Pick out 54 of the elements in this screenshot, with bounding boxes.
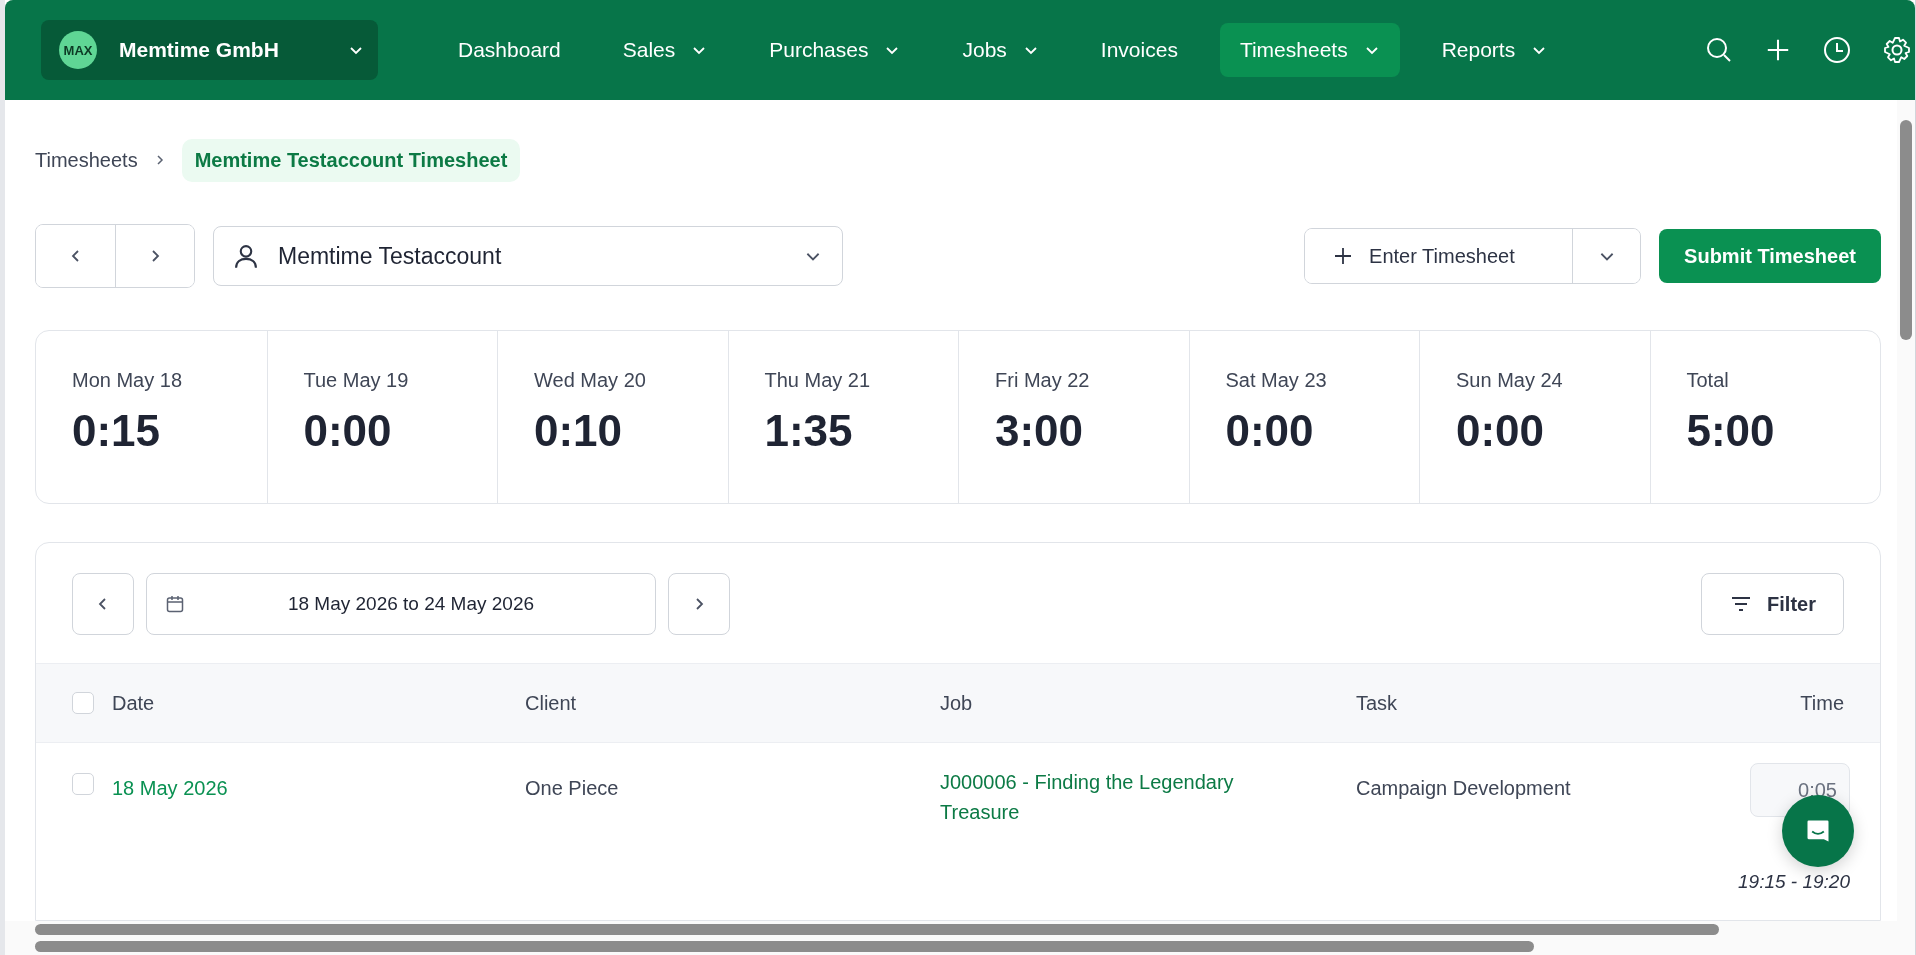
vertical-scrollbar[interactable] [1897, 100, 1915, 921]
filter-button[interactable]: Filter [1701, 573, 1844, 635]
table-cell-text: One Piece [525, 776, 619, 801]
horizontal-scrollbar[interactable] [5, 938, 1915, 955]
chat-button[interactable] [1782, 795, 1854, 867]
row-checkbox[interactable] [72, 773, 94, 795]
day-total: 0:15 [72, 406, 162, 456]
company-switcher[interactable]: MAX Memtime GmbH [41, 20, 378, 80]
day-label: Mon May 18 [72, 369, 184, 392]
day-label: Sat May 23 [1225, 369, 1328, 392]
column-header: Client [525, 691, 577, 715]
settings-icon[interactable] [1883, 36, 1911, 64]
nav-tab[interactable]: Reports [1421, 23, 1568, 77]
submit-timesheet-button[interactable]: Submit Timesheet [1659, 229, 1881, 283]
breadcrumb-link[interactable]: Timesheets [35, 148, 138, 172]
column-header: Job [940, 691, 973, 715]
nav-tab[interactable]: Purchases [749, 23, 921, 77]
day-total: 1:35 [764, 406, 854, 456]
day-label: Total [1686, 369, 1730, 392]
day-total: 3:00 [995, 406, 1085, 456]
search-icon[interactable] [1705, 36, 1733, 64]
column-header: Task [1356, 691, 1398, 715]
nav-tab[interactable]: Jobs [942, 23, 1059, 77]
day-label: Fri May 22 [995, 369, 1091, 392]
breadcrumb-link[interactable]: Memtime Testaccount Timesheet [181, 138, 521, 182]
day-total: 0:00 [303, 406, 393, 456]
day-total: 0:00 [1225, 406, 1315, 456]
plus-icon [1333, 246, 1354, 266]
day-total: 5:00 [1686, 406, 1776, 456]
clock-icon[interactable] [1823, 36, 1851, 64]
day-label: Wed May 20 [534, 369, 647, 392]
job-link[interactable]: J000006 - Finding the Legendary Treasure [940, 767, 1270, 827]
company-logo: MAX [59, 31, 97, 69]
plus-icon[interactable] [1765, 37, 1791, 63]
calendar-icon [165, 594, 185, 614]
column-header: Date [112, 691, 155, 715]
nav-tab[interactable]: Sales [602, 23, 728, 77]
employee-select[interactable]: Memtime Testaccount [213, 226, 843, 286]
nav-tab[interactable]: Timesheets [1219, 23, 1400, 77]
nav-tab[interactable]: Dashboard [438, 23, 581, 77]
date-range-field[interactable]: 18 May 2026 to 24 May 2026 [146, 573, 656, 635]
nav-tab[interactable]: Invoices [1080, 23, 1198, 77]
user-icon [232, 242, 260, 270]
table-cell-text: Campaign Development [1356, 776, 1571, 801]
select-all-checkbox[interactable] [72, 692, 94, 714]
day-label: Thu May 21 [764, 369, 872, 392]
day-label: Tue May 19 [303, 369, 410, 392]
date-link[interactable]: 18 May 2026 [112, 773, 228, 803]
day-total: 0:10 [534, 406, 624, 456]
time-range: 19:15 - 19:20 [1738, 871, 1850, 893]
day-total: 0:00 [1456, 406, 1546, 456]
horizontal-scrollbar[interactable] [5, 921, 1915, 938]
column-header: Time [1800, 691, 1844, 715]
day-label: Sun May 24 [1456, 369, 1564, 392]
